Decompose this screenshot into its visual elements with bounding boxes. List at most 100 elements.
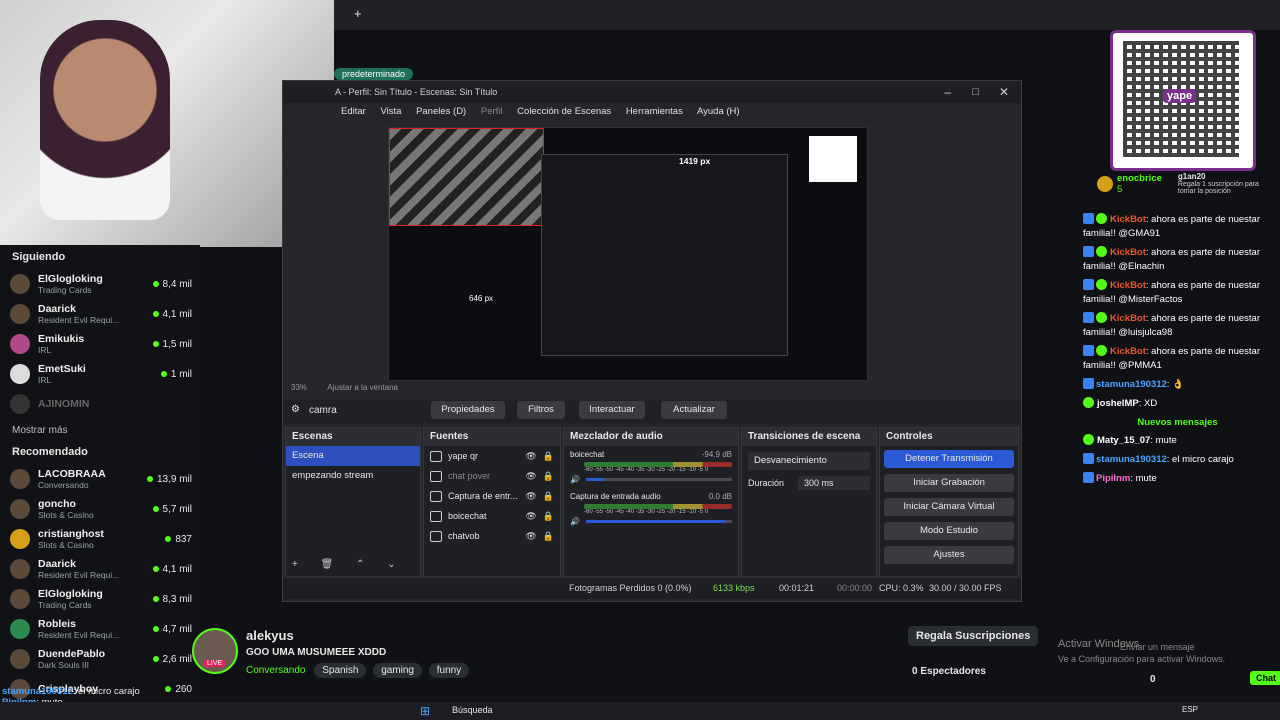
chat-text: : (1166, 379, 1170, 390)
chat-user[interactable]: KickBot (1110, 214, 1146, 225)
lock-icon[interactable]: 🔒 (543, 471, 554, 482)
fit-label[interactable]: Ajustar a la ventana (327, 383, 398, 392)
sidebar-item[interactable]: cristianghost Slots & Casino 837 (0, 524, 200, 554)
sidebar-item[interactable]: Daarick Resident Evil Requi... 4,1 mil (0, 299, 200, 329)
zoom-level: 33% (291, 383, 308, 392)
chat-message: KickBot: ahora es parte de nuestar famil… (1083, 312, 1280, 340)
preview-screen-capture[interactable] (541, 154, 788, 356)
viewer-count: 0 Espectadores (912, 666, 986, 677)
browser-icon (430, 510, 442, 522)
tag[interactable]: funny (428, 663, 470, 678)
menu-item[interactable]: Herramientas (626, 106, 683, 117)
eye-icon[interactable]: 👁 (525, 451, 536, 462)
chat-send-button[interactable]: Chat (1250, 671, 1280, 685)
tag[interactable]: gaming (373, 663, 422, 678)
sidebar: Siguiendo ElGlogloking Trading Cards 8,4 m… (0, 245, 200, 700)
lock-icon[interactable]: 🔒 (543, 531, 554, 542)
speaker-icon[interactable]: 🔊 (570, 517, 580, 526)
menu-item[interactable]: Ayuda (H) (697, 106, 740, 117)
chat-user[interactable]: KickBot (1110, 346, 1146, 357)
source-item[interactable]: chat pover 👁 🔒 (424, 466, 560, 486)
channel-category: Slots & Casino (38, 540, 94, 550)
start-recording-button[interactable]: Iniciar Grabación (884, 474, 1014, 492)
show-more-link[interactable]: Mostrar más (12, 425, 200, 436)
sidebar-item[interactable]: Daarick Resident Evil Requi... 4,1 mil (0, 554, 200, 584)
sidebar-item[interactable]: ElGlogloking Trading Cards 8,3 mil (0, 584, 200, 614)
streamer-avatar[interactable] (192, 628, 238, 674)
lock-icon[interactable]: 🔒 (543, 491, 554, 502)
interact-button[interactable]: Interactuar (579, 401, 645, 419)
scene-item[interactable]: Escena (286, 446, 420, 466)
stream-category[interactable]: Conversando (246, 665, 305, 676)
close-icon[interactable]: ✕ (999, 81, 1009, 103)
lock-icon[interactable]: 🔒 (543, 451, 554, 462)
source-item[interactable]: boicechat 👁 🔒 (424, 506, 560, 526)
menu-item[interactable]: Vista (380, 106, 401, 117)
tag[interactable]: Spanish (314, 663, 367, 678)
obs-preview[interactable]: 1419 px 646 px (388, 127, 868, 381)
chat-user[interactable]: KickBot (1110, 247, 1146, 258)
windows-icon[interactable]: ⊞ (420, 704, 430, 718)
chat-user[interactable]: joshelMP (1097, 398, 1139, 409)
streamer-name[interactable]: alekyus (246, 628, 294, 643)
sidebar-item[interactable]: goncho Slots & Casino 5,7 mil (0, 494, 200, 524)
volume-slider[interactable] (585, 520, 732, 523)
transition-select[interactable]: Desvanecimiento (748, 452, 870, 470)
duration-input[interactable]: 300 ms (798, 476, 870, 490)
controls-panel: Controles Detener Transmisión Iniciar Gr… (879, 427, 1019, 577)
menu-item[interactable]: Colección de Escenas (517, 106, 611, 117)
settings-button[interactable]: Ajustes (884, 546, 1014, 564)
eye-off-icon[interactable]: 👁 (525, 471, 536, 482)
verified-badge-icon (1083, 397, 1094, 408)
maximize-icon[interactable]: □ (972, 81, 979, 103)
gift-subs-button[interactable]: Regala Suscripciones (908, 626, 1039, 646)
chat-user[interactable]: KickBot (1110, 280, 1146, 291)
menu-item[interactable]: Perfil (481, 106, 503, 117)
source-item[interactable]: chatvob 👁 🔒 (424, 526, 560, 546)
chat-user[interactable]: Maty_15_07 (1097, 435, 1150, 446)
preview-dimension-2: 646 px (469, 294, 494, 303)
sidebar-item[interactable]: LACOBRAAA Conversando 13,9 mil (0, 464, 200, 494)
avatar (10, 529, 30, 549)
preview-cam-source[interactable] (389, 128, 544, 226)
sidebar-item[interactable]: Emikukis IRL 1,5 mil (0, 329, 200, 359)
sidebar-item[interactable]: Robleis Resident Evil Requi... 4,7 mil (0, 614, 200, 644)
source-item[interactable]: Captura de entr... 👁 🔒 (424, 486, 560, 506)
taskbar-search[interactable]: Búsqueda (452, 705, 493, 715)
lock-icon[interactable]: 🔒 (543, 511, 554, 522)
channel-name: boicechat (570, 450, 605, 459)
volume-slider[interactable] (585, 478, 732, 481)
menu-item[interactable]: Paneles (D) (416, 106, 466, 117)
chat-user[interactable]: stamuna190312 (1096, 379, 1167, 390)
channel-category: Trading Cards (38, 285, 92, 295)
chat-user[interactable]: Pipilnm (1096, 473, 1130, 484)
speaker-icon[interactable]: 🔊 (570, 475, 580, 484)
scene-controls[interactable]: + 🗑 ⌃ ⌄ (292, 559, 406, 570)
properties-button[interactable]: Propiedades (431, 401, 505, 419)
eye-icon[interactable]: 👁 (525, 491, 536, 502)
sidebar-item[interactable]: DuendePablo Dark Souls III 2,6 mil (0, 644, 200, 674)
chat-user[interactable]: KickBot (1110, 313, 1146, 324)
eye-icon[interactable]: 👁 (525, 511, 536, 522)
menu-item[interactable]: Editar (341, 106, 366, 117)
sidebar-item[interactable]: AJINOMIN (0, 389, 200, 419)
channel-name: Emikukis (38, 333, 85, 345)
sidebar-item[interactable]: EmetSuki IRL 1 mil (0, 359, 200, 389)
filters-button[interactable]: Filtros (517, 401, 565, 419)
preview-qr[interactable] (809, 136, 857, 182)
channel-db: 0.0 dB (708, 492, 732, 501)
scenes-title: Escenas (286, 428, 420, 446)
language-indicator[interactable]: ESP (1182, 705, 1198, 714)
virtual-camera-button[interactable]: Iniciar Cámara Virtual (884, 498, 1014, 516)
scene-item[interactable]: empezando stream (286, 466, 420, 486)
sidebar-item[interactable]: ElGlogloking Trading Cards 8,4 mil (0, 269, 200, 299)
chat-user[interactable]: stamuna190312 (1096, 454, 1167, 465)
eye-icon[interactable]: 👁 (525, 531, 536, 542)
minimize-icon[interactable]: – (944, 81, 951, 103)
new-tab-button[interactable]: + (354, 6, 362, 21)
refresh-button[interactable]: Actualizar (661, 401, 727, 419)
studio-mode-button[interactable]: Modo Estudio (884, 522, 1014, 540)
stop-streaming-button[interactable]: Detener Transmisión (884, 450, 1014, 468)
source-item[interactable]: yape qr 👁 🔒 (424, 446, 560, 466)
channel-category: Slots & Casino (38, 510, 94, 520)
